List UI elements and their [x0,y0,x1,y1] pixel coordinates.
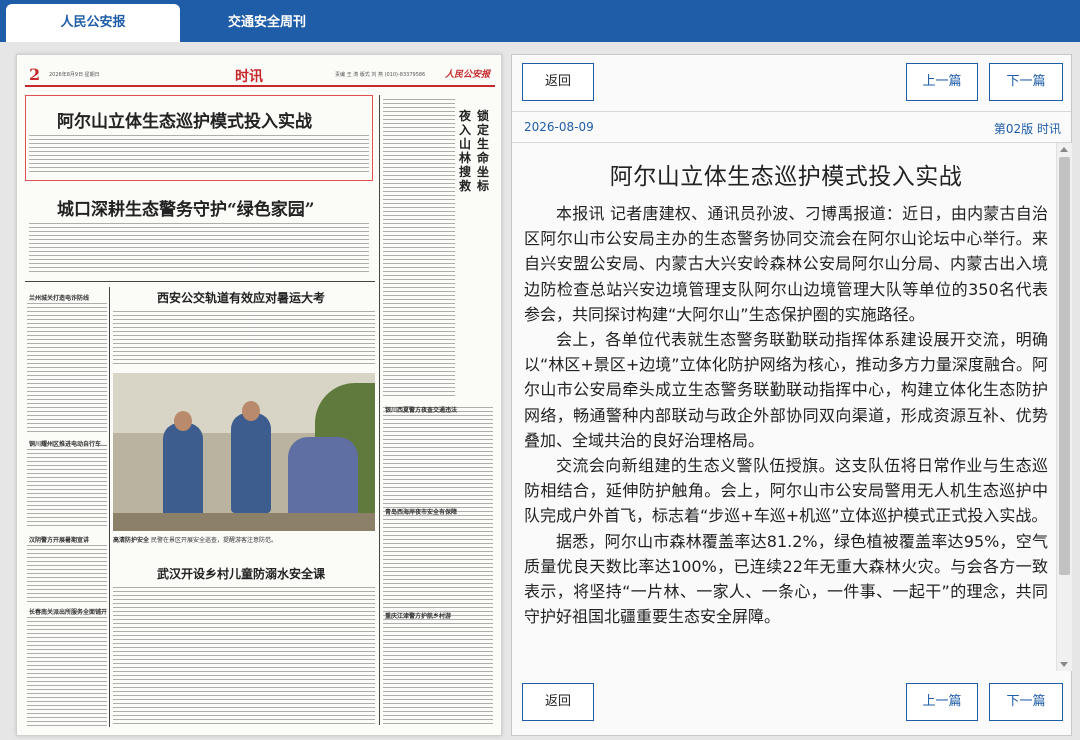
article-paragraph: 据悉，阿尔山市森林覆盖率达81.2%，绿色植被覆盖率达95%，空气质量优良天数比… [524,531,1048,627]
page-number: 2 [29,65,41,84]
brief-title[interactable]: 青岛西海岸夜市安全有保障 [385,507,457,516]
article-text-block[interactable] [113,587,375,727]
previous-article-button[interactable]: 上一篇 [906,683,978,721]
caption-tag: 高清防护安全 [113,537,150,544]
brief-title[interactable]: 重庆江津警方护航乡村游 [385,611,451,620]
article-text-block[interactable] [27,449,107,529]
article-text-block[interactable] [383,407,493,727]
back-button[interactable]: 返回 [522,683,594,721]
article-headline-link[interactable]: 西安公交轨道有效应对暑运大考 [157,289,325,306]
article-meta-bar: 2026-08-09 第02版 时讯 [512,111,1071,143]
next-article-button[interactable]: 下一篇 [989,63,1063,101]
article-text-block[interactable] [29,135,369,175]
brief-title[interactable]: 兰州城关打造电诈防线 [29,293,89,302]
article-text-block[interactable] [383,99,455,399]
article-paragraph: 交流会向新组建的生态义警队伍授旗。这支队伍将日常作业与生态巡防相结合，延伸防护触… [524,456,1048,526]
side-headline[interactable]: 锁定生命坐标 [477,109,493,193]
article-panel: 返回 上一篇 下一篇 2026-08-09 第02版 时讯 阿尔山立体生态巡护模… [511,54,1072,736]
divider [25,281,375,282]
article-text-block[interactable] [27,303,107,433]
tab-bar: 人民公安报 交通安全周刊 [0,0,1080,42]
article-text-block[interactable] [27,617,107,727]
news-photo[interactable] [113,373,375,531]
brief-title[interactable]: 铜川耀州区推进电动自行车… [29,439,107,448]
section-name: 时讯 [235,69,263,85]
article-paragraph: 会上，各单位代表就生态警务联勤联动指挥体系建设展开交流，明确以“林区+景区+边境… [524,330,1048,450]
article-text-block[interactable] [27,545,107,603]
side-headline[interactable]: 夜入山林搜救 [459,109,475,193]
article-headline-link[interactable]: 武汉开设乡村儿童防溺水安全课 [157,565,325,582]
newspaper-logo: 人民公安报 [445,70,491,80]
article-headline-link[interactable]: 阿尔山立体生态巡护模式投入实战 [57,107,312,132]
article-headline-link[interactable]: 城口深耕生态警务守护“绿色家园” [57,195,315,220]
previous-article-button[interactable]: 上一篇 [906,63,978,101]
article-text-block[interactable] [113,311,375,367]
next-article-button[interactable]: 下一篇 [989,683,1063,721]
scroll-up-icon[interactable] [1060,147,1068,152]
divider [109,287,110,727]
back-button[interactable]: 返回 [522,63,594,101]
tab-jiaotong-anquan-zhoukan[interactable]: 交通安全周刊 [182,4,352,42]
editor-meta: 责编 王 涛 版式 刘 燕 (010)-83379586 [335,72,426,78]
scroll-down-icon[interactable] [1060,662,1068,667]
newspaper-page-view[interactable]: 2 2026年8月9日 星期日 时讯 责编 王 涛 版式 刘 燕 (010)-8… [16,54,502,736]
photo-caption: 高清防护安全 民警在景区开展安全巡查，提醒游客注意防范。 [113,535,375,549]
brief-title[interactable]: 长春南关派出所服务全面铺开 [29,607,107,616]
brief-title[interactable]: 银川西夏警方夜查交通违法 [385,405,457,414]
newspaper-header: 2 2026年8月9日 星期日 时讯 责编 王 涛 版式 刘 燕 (010)-8… [25,65,495,87]
article-body: 本报讯 记者唐建权、通讯员孙波、刁博禹报道：近日，由内蒙古自治区阿尔山市公安局主… [524,201,1048,629]
article-title: 阿尔山立体生态巡护模式投入实战 [609,164,963,190]
article-scrollbar[interactable] [1056,143,1072,671]
caption-text: 民警在景区开展安全巡查，提醒游客注意防范。 [150,537,277,544]
article-date: 2026-08-09 [524,120,594,134]
newspaper-date: 2026年8月9日 星期日 [49,72,100,78]
article-text-block[interactable] [29,223,369,275]
article-page-info[interactable]: 第02版 时讯 [994,120,1061,137]
article-paragraph: 本报讯 记者唐建权、通讯员孙波、刁博禹报道：近日，由内蒙古自治区阿尔山市公安局主… [524,204,1048,324]
brief-title[interactable]: 汉阴警方开展暑期宣讲 [29,535,89,544]
scrollbar-thumb[interactable] [1059,157,1070,575]
divider [379,95,380,725]
tab-renmin-gonganbao[interactable]: 人民公安报 [6,4,180,42]
article-content[interactable]: 阿尔山立体生态巡护模式投入实战 本报讯 记者唐建权、通讯员孙波、刁博禹报道：近日… [512,143,1056,671]
